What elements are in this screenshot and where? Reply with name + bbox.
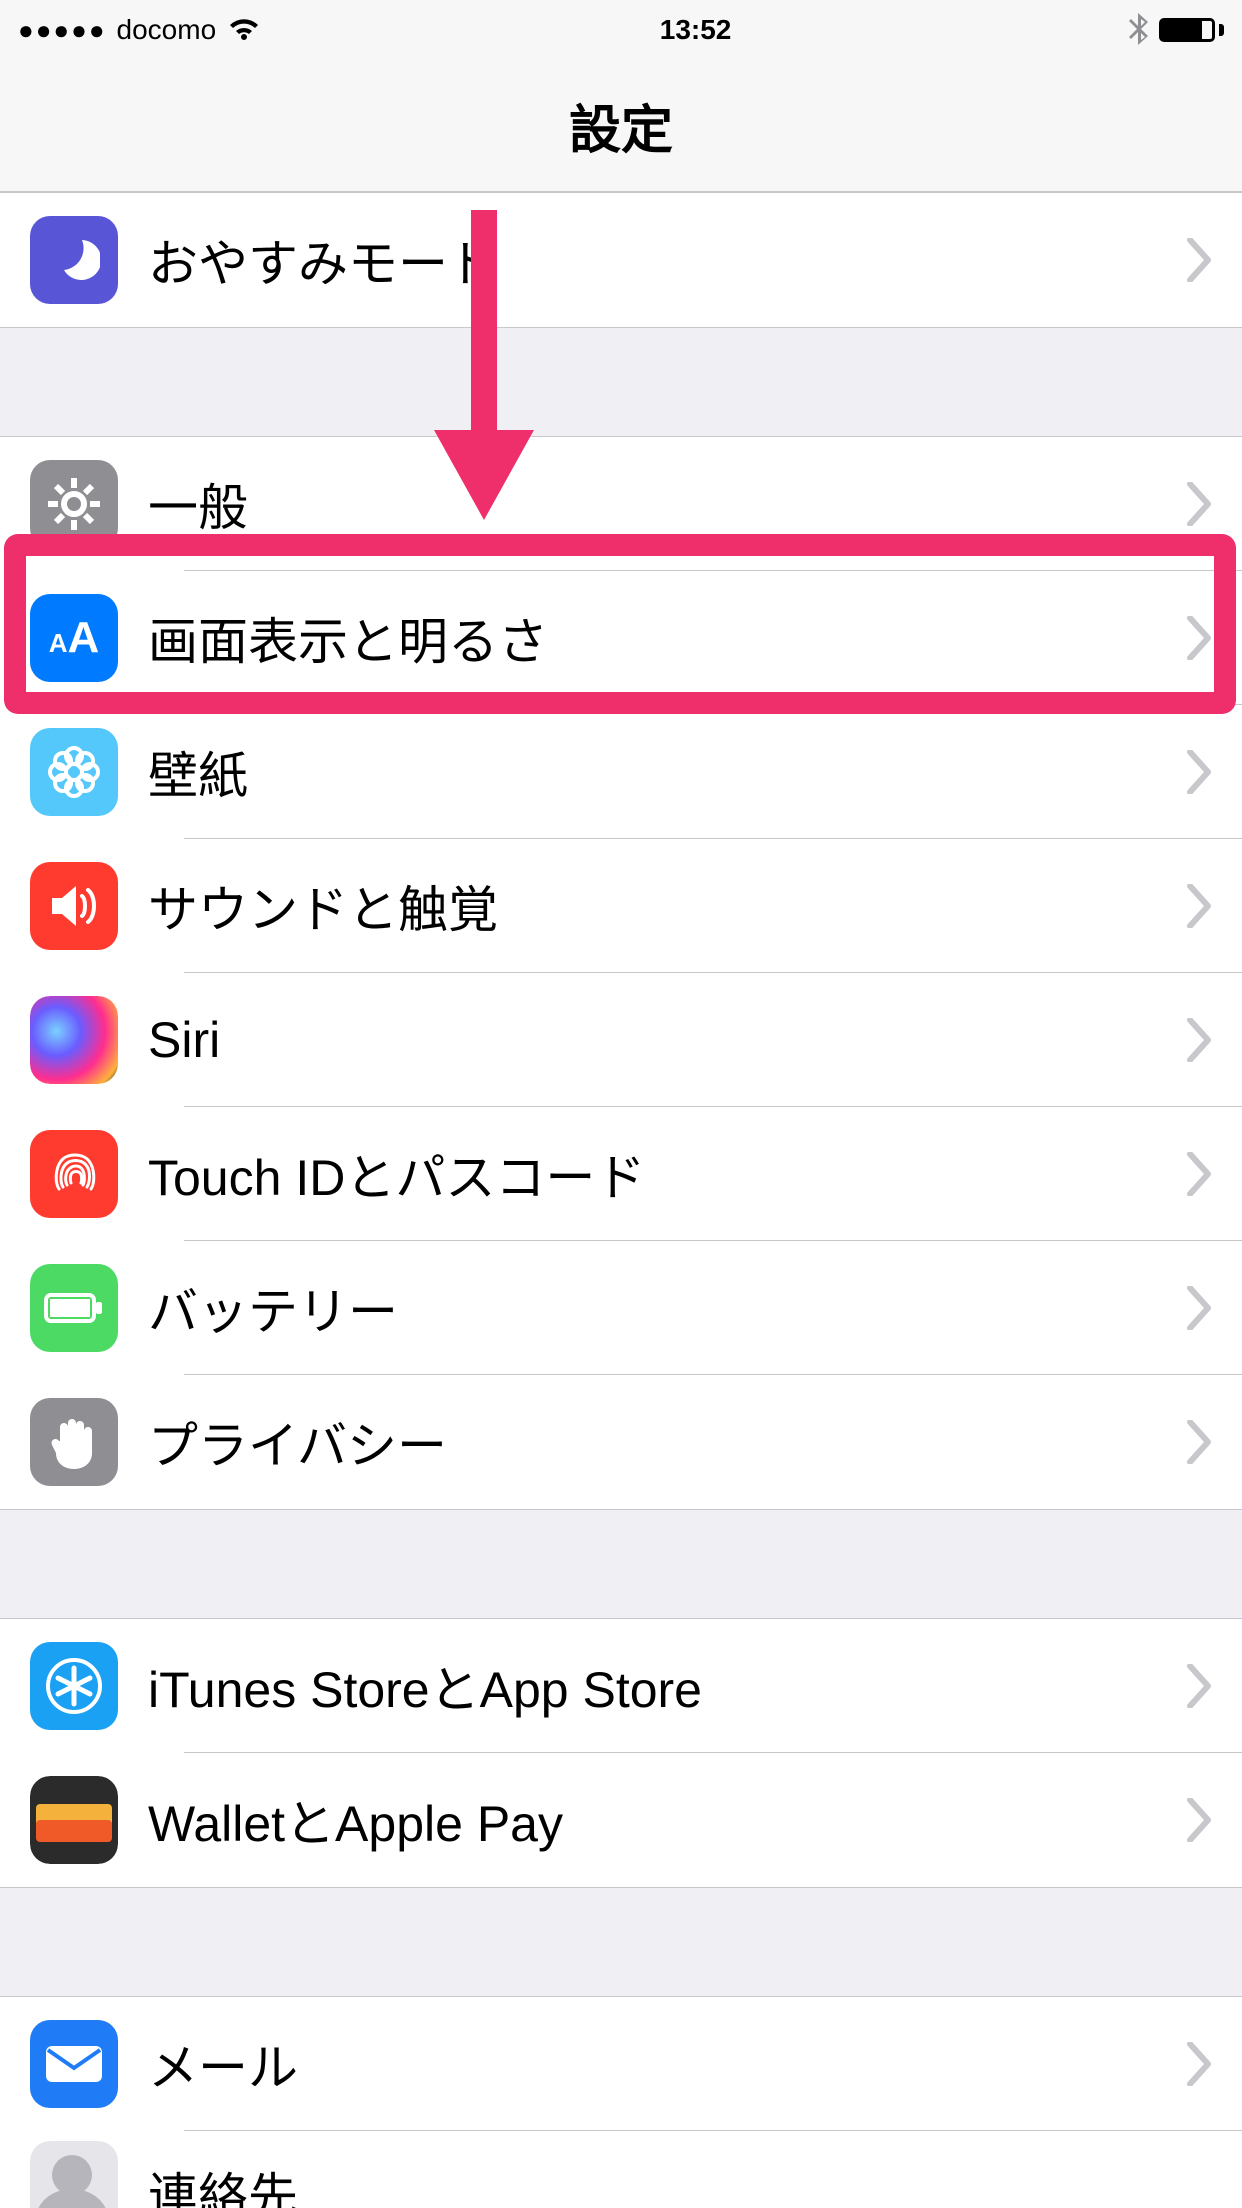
row-wallet-applepay[interactable]: WalletとApple Pay: [0, 1753, 1242, 1887]
chevron-right-icon: [1186, 1286, 1212, 1330]
siri-icon: [30, 996, 118, 1084]
row-wallpaper[interactable]: 壁紙: [0, 705, 1242, 839]
settings-group-2: 一般 AA 画面表示と明るさ 壁紙 サウンドと触覚 Siri: [0, 436, 1242, 1510]
row-label: iTunes StoreとApp Store: [148, 1650, 1186, 1722]
chevron-right-icon: [1186, 884, 1212, 928]
row-label: バッテリー: [148, 1272, 1186, 1344]
carrier-label: docomo: [117, 14, 217, 46]
group-spacer: [0, 1510, 1242, 1618]
chevron-right-icon: [1186, 1420, 1212, 1464]
row-label: WalletとApple Pay: [148, 1784, 1186, 1856]
row-touch-id[interactable]: Touch IDとパスコード: [0, 1107, 1242, 1241]
row-label: 一般: [148, 468, 1186, 540]
chevron-right-icon: [1186, 1798, 1212, 1842]
row-label: Siri: [148, 1011, 1186, 1069]
row-general[interactable]: 一般: [0, 437, 1242, 571]
nav-bar: 設定: [0, 60, 1242, 192]
fingerprint-icon: [30, 1130, 118, 1218]
row-sounds[interactable]: サウンドと触覚: [0, 839, 1242, 973]
status-bar: ●●●●● docomo 13:52: [0, 0, 1242, 60]
row-siri[interactable]: Siri: [0, 973, 1242, 1107]
settings-group-3: iTunes StoreとApp Store WalletとApple Pay: [0, 1618, 1242, 1888]
moon-icon: [30, 216, 118, 304]
row-label: プライバシー: [148, 1406, 1186, 1478]
chevron-right-icon: [1186, 616, 1212, 660]
row-label: 連絡先: [148, 2157, 1212, 2208]
chevron-right-icon: [1186, 482, 1212, 526]
mail-icon: [30, 2020, 118, 2108]
appstore-icon: [30, 1642, 118, 1730]
battery-indicator-icon: [1159, 18, 1224, 42]
settings-group-1: おやすみモード: [0, 192, 1242, 328]
text-size-icon: AA: [30, 594, 118, 682]
settings-group-4: メール 連絡先: [0, 1996, 1242, 2208]
gear-icon: [30, 460, 118, 548]
status-left: ●●●●● docomo: [18, 14, 262, 46]
hand-icon: [30, 1398, 118, 1486]
row-label: Touch IDとパスコード: [148, 1138, 1186, 1210]
row-label: 画面表示と明るさ: [148, 602, 1186, 674]
chevron-right-icon: [1186, 750, 1212, 794]
contacts-icon: [30, 2141, 118, 2208]
status-time: 13:52: [660, 14, 732, 46]
group-spacer: [0, 1888, 1242, 1996]
page-title: 設定: [569, 88, 673, 163]
row-label: サウンドと触覚: [148, 870, 1186, 942]
row-label: おやすみモード: [148, 224, 1186, 296]
row-privacy[interactable]: プライバシー: [0, 1375, 1242, 1509]
bluetooth-icon: [1129, 13, 1149, 47]
chevron-right-icon: [1186, 2042, 1212, 2086]
battery-icon: [30, 1264, 118, 1352]
wallet-icon: [30, 1776, 118, 1864]
status-right: [1129, 13, 1224, 47]
wifi-icon: [226, 16, 262, 44]
row-itunes-appstore[interactable]: iTunes StoreとApp Store: [0, 1619, 1242, 1753]
row-display-brightness[interactable]: AA 画面表示と明るさ: [0, 571, 1242, 705]
row-contacts[interactable]: 連絡先: [0, 2131, 1242, 2208]
flower-icon: [30, 728, 118, 816]
row-label: メール: [148, 2028, 1186, 2100]
chevron-right-icon: [1186, 1018, 1212, 1062]
chevron-right-icon: [1186, 1664, 1212, 1708]
row-battery[interactable]: バッテリー: [0, 1241, 1242, 1375]
chevron-right-icon: [1186, 1152, 1212, 1196]
row-label: 壁紙: [148, 736, 1186, 808]
chevron-right-icon: [1186, 238, 1212, 282]
row-do-not-disturb[interactable]: おやすみモード: [0, 193, 1242, 327]
row-mail[interactable]: メール: [0, 1997, 1242, 2131]
signal-strength-icon: ●●●●●: [18, 15, 107, 46]
group-spacer: [0, 328, 1242, 436]
speaker-icon: [30, 862, 118, 950]
